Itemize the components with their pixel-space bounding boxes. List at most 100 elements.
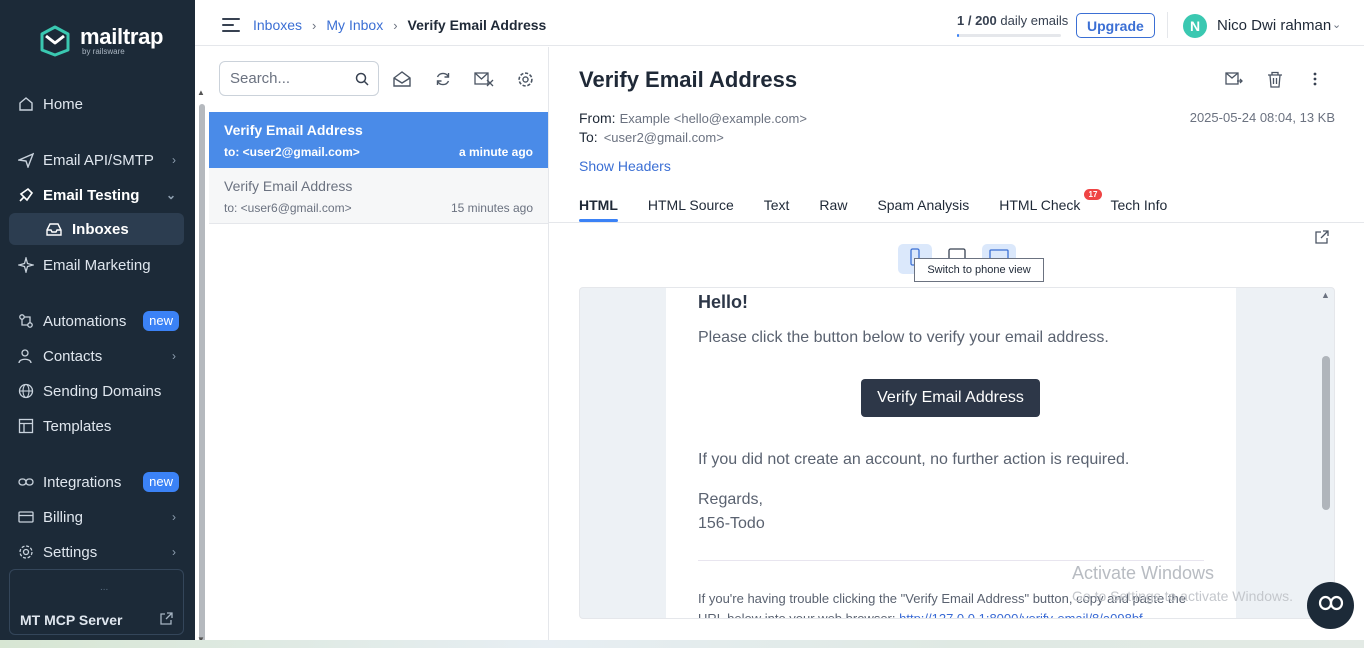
sidebar-item-templates[interactable]: Templates [9,410,184,442]
verify-email-button[interactable]: Verify Email Address [861,379,1040,417]
taskbar-strip [0,640,1364,648]
from-value: Example <hello@example.com> [619,111,807,126]
sidebar-item-integrations[interactable]: Integrations new [9,466,184,498]
sidebar-scrollbar[interactable]: ▲ ▼ [196,88,208,646]
email-regards: Regards, [698,491,763,508]
refresh-icon[interactable] [433,69,453,89]
mcp-server-label: MT MCP Server [20,612,123,628]
breadcrumb-current: Verify Email Address [407,17,547,33]
chat-widget-button[interactable] [1307,582,1354,629]
card-icon [17,508,35,526]
scroll-up-icon[interactable]: ▲ [197,88,205,97]
message-title: Verify Email Address [579,67,798,92]
to-label: To: [579,129,598,145]
quota-total: / 200 [964,13,997,28]
windows-activation-title: Activate Windows [1072,563,1215,583]
chevron-right-icon: › [172,545,176,559]
chevron-down-icon: ⌄ [165,188,176,202]
sidebar-item-label: Templates [43,417,112,435]
sidebar-item-email-api[interactable]: Email API/SMTP › [9,144,184,176]
search-input[interactable]: Search... [219,61,379,96]
email-paragraph: If you did not create an account, no fur… [698,451,1130,468]
scrollbar-thumb[interactable] [1322,356,1330,510]
sidebar-item-settings[interactable]: Settings › [9,536,184,568]
new-badge: new [143,472,179,492]
automation-icon [17,312,35,330]
message-list-panel: Search... Verify Email Address to: <user… [209,47,549,640]
mailtrap-logo-icon [40,25,70,57]
gear-icon [17,543,35,561]
tab-html-source[interactable]: HTML Source [648,186,734,222]
chat-widget-icon [1318,595,1344,616]
home-icon [17,95,35,113]
breadcrumb-my-inbox[interactable]: My Inbox [326,17,383,33]
testing-icon [17,186,35,204]
breadcrumb-inboxes[interactable]: Inboxes [253,17,302,33]
breadcrumb: Inboxes › My Inbox › Verify Email Addres… [253,17,546,33]
message-row[interactable]: Verify Email Address to: <user6@gmail.co… [209,168,548,224]
clear-inbox-icon[interactable] [474,69,494,89]
mcp-dots: ... [100,582,109,593]
more-options-icon[interactable] [1306,70,1324,88]
chevron-down-icon[interactable]: ⌄ [1332,18,1341,31]
tab-spam-analysis[interactable]: Spam Analysis [877,186,969,222]
chevron-right-icon: › [172,349,176,363]
inbox-settings-icon[interactable] [515,69,535,89]
message-time: a minute ago [458,145,533,159]
message-row[interactable]: Verify Email Address to: <user2@gmail.co… [209,112,548,168]
mcp-server-card[interactable]: ... MT MCP Server [9,569,184,635]
quota-progress-fill [957,34,960,37]
sidebar-item-label: Billing [43,508,84,526]
sidebar-item-label: Inboxes [72,220,129,238]
quota-suffix: daily emails [996,13,1069,28]
message-tabs: HTML HTML Source Text Raw Spam Analysis … [579,186,1197,222]
scrollbar-thumb[interactable] [199,104,205,646]
mark-read-icon[interactable] [392,69,412,89]
tab-tech-info[interactable]: Tech Info [1110,186,1167,222]
avatar[interactable]: N [1183,14,1207,38]
sidebar-item-label: Contacts [43,347,103,365]
external-link-icon[interactable] [160,612,173,628]
sidebar-item-email-marketing[interactable]: Email Marketing [9,249,184,281]
upgrade-button[interactable]: Upgrade [1076,13,1155,38]
open-new-window-icon[interactable] [1315,230,1329,248]
divider [1167,12,1168,38]
forward-icon[interactable] [1225,70,1243,88]
sidebar-item-label: Email Marketing [43,256,151,274]
trash-icon[interactable] [1266,70,1284,88]
sidebar-item-contacts[interactable]: Contacts › [9,340,184,372]
message-subject: Verify Email Address [224,178,353,194]
sidebar-item-sending-domains[interactable]: Sending Domains [9,375,184,407]
tab-html-check-label: HTML Check [999,197,1081,213]
show-headers-link[interactable]: Show Headers [579,158,671,174]
from-label: From: [579,110,616,126]
tab-html-check[interactable]: HTML Check 17 [999,186,1103,222]
chevron-right-icon: › [172,153,176,167]
sidebar-item-label: Sending Domains [43,382,162,400]
tab-text[interactable]: Text [764,186,790,222]
tab-raw[interactable]: Raw [819,186,847,222]
preview-scrollbar[interactable]: ▲ [1319,288,1333,618]
sidebar-item-billing[interactable]: Billing › [9,501,184,533]
tabs-divider [549,222,1364,223]
to-line: To: <user2@gmail.com> [579,129,724,145]
sidebar-item-label: Integrations [43,473,122,491]
sidebar-item-email-testing[interactable]: Email Testing ⌄ [9,179,184,211]
sidebar-item-label: Email Testing [43,186,140,204]
link-icon [17,473,35,491]
menu-toggle-icon[interactable] [222,18,240,32]
sidebar-item-automations[interactable]: Automations new [9,305,184,337]
email-paragraph: Please click the button below to verify … [698,329,1109,346]
template-icon [17,417,35,435]
user-name[interactable]: Nico Dwi rahman [1217,17,1331,34]
scroll-up-icon[interactable]: ▲ [1321,290,1330,300]
sidebar-item-inboxes[interactable]: Inboxes [9,213,184,245]
tab-html[interactable]: HTML [579,186,618,222]
new-badge: new [143,311,179,331]
sparkle-icon [17,256,35,274]
tooltip: Switch to phone view [914,258,1044,282]
sidebar-item-home[interactable]: Home [9,88,184,120]
verify-link[interactable]: http://127.0.0.1:8000/verify-email/8/a09… [899,611,1143,618]
sidebar: mailtrap by railsware Home Email API/SMT… [0,0,195,640]
mailtrap-logo[interactable]: mailtrap by railsware [38,24,163,58]
